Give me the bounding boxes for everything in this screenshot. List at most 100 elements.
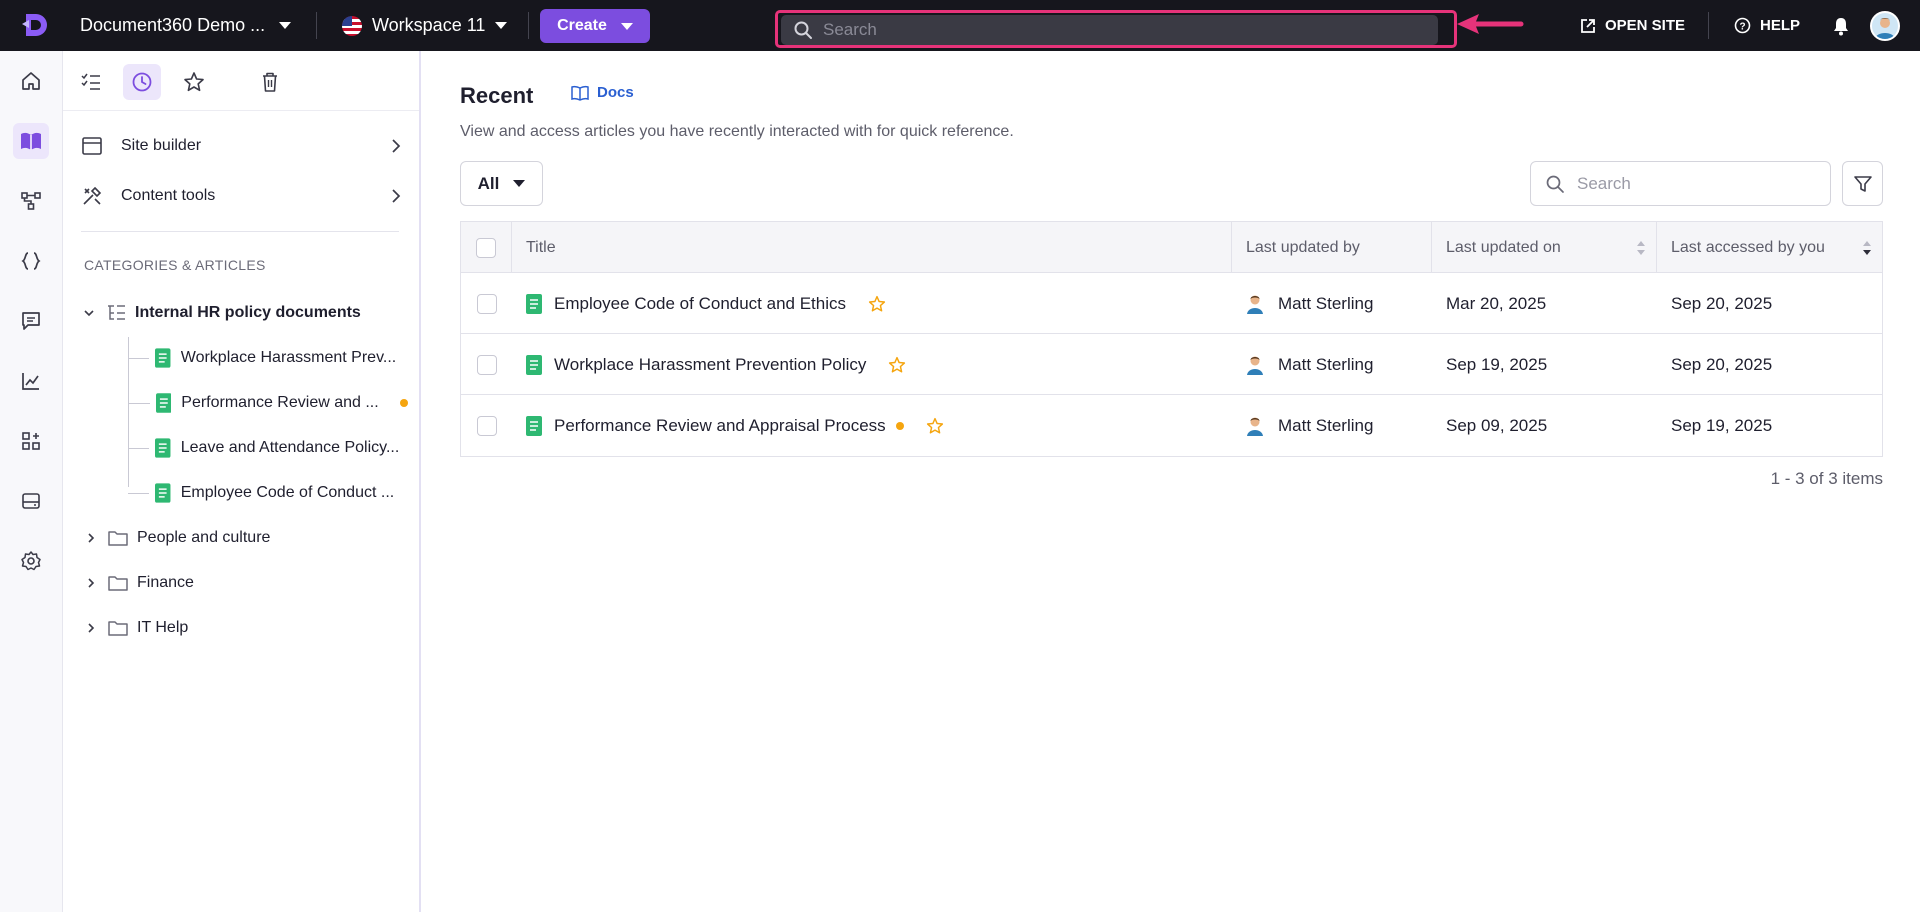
filter-funnel-icon: [1853, 175, 1872, 192]
folder-icon: [108, 576, 128, 591]
chevron-right-icon: [88, 623, 95, 633]
updated-on-cell: Sep 09, 2025: [1446, 415, 1548, 435]
tree-article-item[interactable]: Leave and Attendance Policy...: [128, 433, 408, 463]
chevron-down-icon: [513, 180, 526, 187]
workspace-selector[interactable]: Workspace 11: [342, 0, 508, 51]
recent-articles-table: Title Last updated by Last updated on La…: [460, 221, 1883, 457]
global-search-input[interactable]: [823, 20, 1403, 40]
create-label: Create: [557, 17, 607, 34]
row-checkbox[interactable]: [476, 415, 497, 436]
article-icon: [526, 354, 542, 375]
user-avatar-icon: [1247, 356, 1263, 375]
divider: [528, 12, 529, 39]
star-icon[interactable]: [926, 417, 944, 435]
sort-descending-icon[interactable]: [1862, 240, 1872, 256]
docs-link[interactable]: Docs: [571, 84, 634, 101]
row-checkbox[interactable]: [476, 293, 497, 314]
article-icon: [155, 393, 172, 413]
docs-book-icon[interactable]: [13, 123, 49, 159]
starred-icon[interactable]: [175, 64, 213, 100]
help-link[interactable]: ? HELP: [1734, 0, 1800, 51]
workflow-icon[interactable]: [13, 183, 49, 219]
docs-link-label: Docs: [597, 84, 634, 101]
folder-icon: [108, 621, 128, 636]
title-cell[interactable]: Employee Code of Conduct and Ethics: [512, 273, 1232, 334]
recycle-bin-icon[interactable]: [251, 64, 289, 100]
folder-people-and-culture[interactable]: People and culture: [85, 523, 270, 553]
row-select-cell: [461, 273, 512, 334]
folder-it-help[interactable]: IT Help: [85, 613, 188, 643]
recent-search-input[interactable]: [1577, 173, 1807, 194]
pagination-summary: 1 - 3 of 3 items: [1770, 469, 1883, 488]
updated-by-cell: Matt Sterling: [1232, 395, 1432, 456]
updated-by-name: Matt Sterling: [1278, 293, 1374, 313]
us-flag-icon: [342, 15, 362, 36]
column-last-accessed[interactable]: Last accessed by you: [1657, 222, 1882, 273]
article-title[interactable]: Workplace Harassment Prevention Policy: [554, 355, 866, 375]
tools-icon: [83, 186, 102, 205]
table-header: Title Last updated by Last updated on La…: [461, 222, 1882, 273]
sidebar: Site builder Content tools CATEGORIES & …: [63, 51, 421, 912]
user-avatar-icon: [1247, 417, 1263, 436]
title-cell[interactable]: Workplace Harassment Prevention Policy: [512, 334, 1232, 395]
main-content: Recent Docs View and access articles you…: [423, 51, 1920, 912]
tree-article-label: Employee Code of Conduct ...: [180, 484, 395, 501]
article-icon: [155, 348, 171, 368]
unpublished-dot: [400, 399, 408, 407]
settings-icon[interactable]: [13, 543, 49, 579]
open-site-link[interactable]: OPEN SITE: [1580, 0, 1685, 51]
column-updated-by[interactable]: Last updated by: [1232, 222, 1432, 273]
drive-icon[interactable]: [13, 483, 49, 519]
api-braces-icon[interactable]: [13, 243, 49, 279]
project-name: Document360 Demo ...: [80, 15, 266, 35]
document360-logo[interactable]: [20, 10, 50, 40]
bell-icon[interactable]: [1832, 16, 1850, 36]
row-checkbox[interactable]: [476, 354, 497, 375]
home-icon[interactable]: [13, 63, 49, 99]
recent-search[interactable]: [1530, 161, 1831, 206]
chevron-right-icon: [88, 578, 95, 588]
tree-article-item[interactable]: Workplace Harassment Prev...: [128, 343, 408, 373]
select-all-checkbox[interactable]: [476, 237, 496, 258]
svg-text:?: ?: [1739, 22, 1745, 33]
column-title[interactable]: Title: [512, 222, 1232, 273]
chevron-down-icon: [495, 22, 508, 29]
global-search[interactable]: [781, 15, 1438, 45]
unpublished-dot: [895, 421, 904, 430]
article-title[interactable]: Employee Code of Conduct and Ethics: [554, 294, 846, 314]
page-title: Recent: [460, 83, 534, 108]
site-builder-item[interactable]: Site builder: [81, 128, 401, 164]
analytics-icon[interactable]: [13, 363, 49, 399]
star-icon[interactable]: [868, 295, 886, 313]
user-avatar[interactable]: [1870, 11, 1900, 41]
filter-button[interactable]: [1842, 161, 1883, 206]
category-label: Internal HR policy documents: [135, 304, 361, 321]
page-description: View and access articles you have recent…: [460, 123, 1014, 140]
column-updated-on[interactable]: Last updated on: [1432, 222, 1657, 273]
folder-label: IT Help: [137, 619, 189, 636]
sort-icon[interactable]: [1636, 240, 1646, 256]
create-button[interactable]: Create: [540, 9, 650, 43]
row-select-cell: [461, 334, 512, 395]
content-tools-item[interactable]: Content tools: [81, 178, 401, 214]
star-icon[interactable]: [888, 356, 906, 374]
table-row[interactable]: Performance Review and Appraisal Process…: [461, 395, 1882, 456]
content-tools-label: Content tools: [121, 187, 216, 204]
article-title[interactable]: Performance Review and Appraisal Process: [554, 416, 886, 436]
project-selector[interactable]: Document360 Demo ...: [80, 0, 292, 51]
tree-article-label: Performance Review and ...: [181, 394, 379, 411]
title-cell[interactable]: Performance Review and Appraisal Process: [512, 395, 1232, 456]
recent-icon[interactable]: [123, 64, 161, 100]
table-row[interactable]: Workplace Harassment Prevention Policy M…: [461, 334, 1882, 395]
search-highlight-box: [775, 10, 1457, 48]
tree-article-label: Workplace Harassment Prev...: [180, 349, 397, 366]
filter-dropdown[interactable]: All: [460, 161, 543, 206]
all-articles-icon[interactable]: [72, 64, 110, 100]
widgets-icon[interactable]: [13, 423, 49, 459]
table-row[interactable]: Employee Code of Conduct and Ethics Matt…: [461, 273, 1882, 334]
tree-article-item[interactable]: Performance Review and ...: [128, 388, 408, 418]
folder-finance[interactable]: Finance: [85, 568, 194, 598]
category-internal-hr[interactable]: Internal HR policy documents: [83, 298, 361, 328]
feedback-icon[interactable]: [13, 303, 49, 339]
tree-article-item[interactable]: Employee Code of Conduct ...: [128, 478, 408, 508]
